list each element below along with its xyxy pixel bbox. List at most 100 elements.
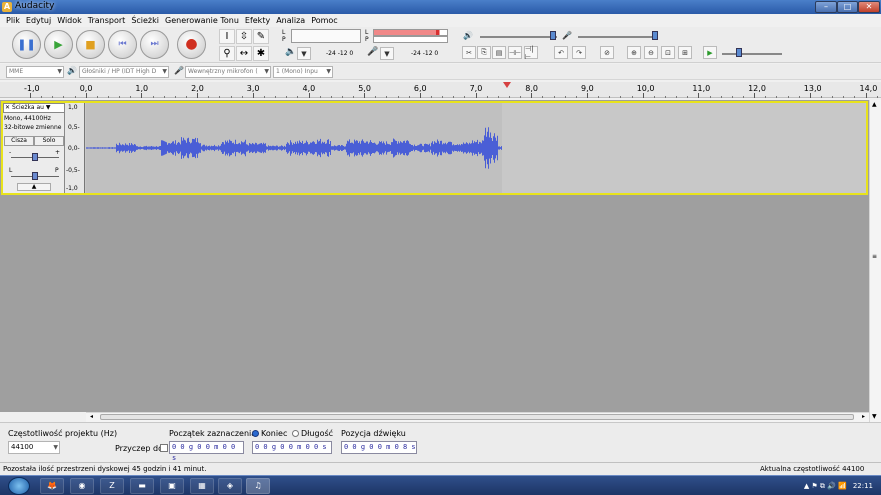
taskbar-chrome-icon[interactable]: ◉: [70, 478, 94, 494]
record-button[interactable]: ●: [177, 30, 206, 59]
undo-button[interactable]: ↶: [554, 46, 568, 59]
ruler-tick-label: 1,0: [135, 84, 149, 93]
paste-icon: ▤: [495, 48, 503, 57]
input-volume-slider[interactable]: [578, 36, 655, 38]
ruler-minor-tick: [609, 96, 611, 98]
collapse-track-button[interactable]: ▲: [17, 183, 51, 191]
play-meter-dropdown[interactable]: ▼: [297, 47, 311, 60]
play-speed-thumb[interactable]: [736, 48, 742, 57]
play-button[interactable]: ▶: [44, 30, 73, 59]
track-name-menu[interactable]: ✕ Ścieżka au ▼: [3, 103, 65, 113]
output-device-icon: 🔊: [67, 66, 77, 75]
rec-meter-right[interactable]: [373, 36, 448, 43]
playhead-marker-icon[interactable]: [503, 82, 511, 88]
solo-button[interactable]: Solo: [34, 136, 64, 146]
waveform: [86, 127, 502, 169]
selection-start-time[interactable]: 0 0 g 0 0 m 0 0 s: [169, 441, 244, 462]
redo-button[interactable]: ↷: [572, 46, 586, 59]
menu-analyze[interactable]: Analiza: [273, 14, 308, 27]
mute-button[interactable]: Cisza: [4, 136, 34, 146]
skip-to-end-button[interactable]: ⏭: [140, 30, 169, 59]
sync-lock-button[interactable]: ⊘: [600, 46, 614, 59]
clock[interactable]: 22:11: [853, 482, 873, 490]
stop-button[interactable]: ■: [76, 30, 105, 59]
taskbar-audacity-icon[interactable]: ♫: [246, 478, 270, 494]
silence-button[interactable]: ⊣|⊢: [524, 45, 538, 61]
taskbar-photo-icon[interactable]: ◈: [218, 478, 242, 494]
ruler-minor-tick: [464, 96, 466, 98]
window-title: Audacity: [15, 1, 55, 11]
play-icon: ▶: [54, 38, 63, 51]
minimize-button[interactable]: –: [815, 1, 837, 13]
paste-button[interactable]: ▤: [492, 46, 506, 59]
pan-slider-thumb[interactable]: [32, 172, 38, 180]
play-meter[interactable]: [291, 29, 361, 43]
ruler-tick: [252, 93, 254, 98]
taskbar-window-icon[interactable]: ▬: [130, 478, 154, 494]
start-button[interactable]: [8, 477, 30, 495]
menu-view[interactable]: Widok: [54, 14, 85, 27]
zoom-in-button[interactable]: ⊕: [627, 46, 641, 59]
audio-position-time[interactable]: 0 0 g 0 0 m 0 8 s: [341, 441, 417, 454]
snap-to-checkbox[interactable]: [160, 444, 168, 452]
channels-select[interactable]: 1 (Mono) Inpu ▼: [273, 66, 333, 78]
project-rate-select[interactable]: 44100 ▼: [8, 441, 60, 454]
tray-icons[interactable]: ▲ ⚑ ⧉ 🔊 📶: [804, 482, 847, 491]
menu-generate[interactable]: Generowanie Tonu: [162, 14, 242, 27]
scroll-left-icon[interactable]: ◂: [90, 413, 93, 420]
menu-edit[interactable]: Edytuj: [23, 14, 54, 27]
scroll-up-icon[interactable]: ▲: [872, 101, 877, 108]
output-volume-slider[interactable]: [480, 36, 557, 38]
ruler-minor-tick: [486, 96, 488, 98]
skip-to-start-button[interactable]: ⏮: [108, 30, 137, 59]
menu-file[interactable]: Plik: [3, 14, 23, 27]
menu-transport[interactable]: Transport: [85, 14, 129, 27]
play-at-speed-button[interactable]: ▶: [703, 46, 717, 59]
host-select[interactable]: MME ▼: [6, 66, 64, 78]
horizontal-scroll-thumb[interactable]: [100, 414, 854, 420]
menu-help[interactable]: Pomoc: [308, 14, 341, 27]
rec-meter-left[interactable]: [373, 29, 448, 36]
rec-meter-dropdown[interactable]: ▼: [380, 47, 394, 60]
taskbar-firefox-icon[interactable]: 🦊: [40, 478, 64, 494]
envelope-tool[interactable]: ⇳: [236, 29, 252, 44]
copy-button[interactable]: ⎘: [477, 46, 491, 59]
menu-tracks[interactable]: Ścieżki: [128, 14, 162, 27]
fit-project-button[interactable]: ⊞: [678, 46, 692, 59]
zoom-out-icon: ⊖: [648, 48, 654, 57]
zoom-out-button[interactable]: ⊖: [644, 46, 658, 59]
taskbar-explorer-icon[interactable]: ▣: [160, 478, 184, 494]
fit-selection-button[interactable]: ⊡: [661, 46, 675, 59]
ruler-minor-tick: [575, 96, 577, 98]
scroll-grip-icon: ≡: [872, 253, 878, 260]
ruler-minor-tick: [564, 96, 566, 98]
close-button[interactable]: ✕: [858, 1, 880, 13]
output-device-select[interactable]: Głośniki / HP (IDT High D ▼: [79, 66, 169, 78]
trim-button[interactable]: ⊣⊢: [508, 46, 522, 59]
input-device-select[interactable]: Wewnętrzny mikrofon (▼: [185, 66, 271, 78]
empty-track-area[interactable]: [502, 103, 866, 193]
play-speed-slider[interactable]: [722, 53, 782, 55]
maximize-button[interactable]: □: [837, 1, 858, 13]
taskbar-filezilla-icon[interactable]: Z: [100, 478, 124, 494]
gain-slider-thumb[interactable]: [32, 153, 38, 161]
cut-button[interactable]: ✂: [462, 46, 476, 59]
input-volume-thumb[interactable]: [652, 31, 658, 40]
zoom-tool[interactable]: ⚲: [219, 46, 235, 61]
selection-tool[interactable]: I: [219, 29, 235, 44]
draw-tool[interactable]: ✎: [253, 29, 269, 44]
vertical-scrollbar[interactable]: [869, 100, 881, 422]
multi-tool[interactable]: ✱: [253, 46, 269, 61]
scroll-right-icon[interactable]: ▸: [862, 413, 865, 420]
scroll-down-icon[interactable]: ▼: [872, 413, 877, 420]
length-radio[interactable]: [292, 430, 299, 437]
timeshift-tool[interactable]: ↔: [236, 46, 252, 61]
output-volume-thumb[interactable]: [550, 31, 556, 40]
pause-button[interactable]: ❚❚: [12, 30, 41, 59]
end-radio[interactable]: [252, 430, 259, 437]
project-rate-label: Częstotliwość projektu (Hz): [8, 429, 118, 438]
selection-end-time[interactable]: 0 0 g 0 0 m 0 0 s: [252, 441, 332, 454]
taskbar-media-icon[interactable]: ▦: [190, 478, 214, 494]
menu-effects[interactable]: Efekty: [242, 14, 273, 27]
ruler-minor-tick: [843, 96, 845, 98]
